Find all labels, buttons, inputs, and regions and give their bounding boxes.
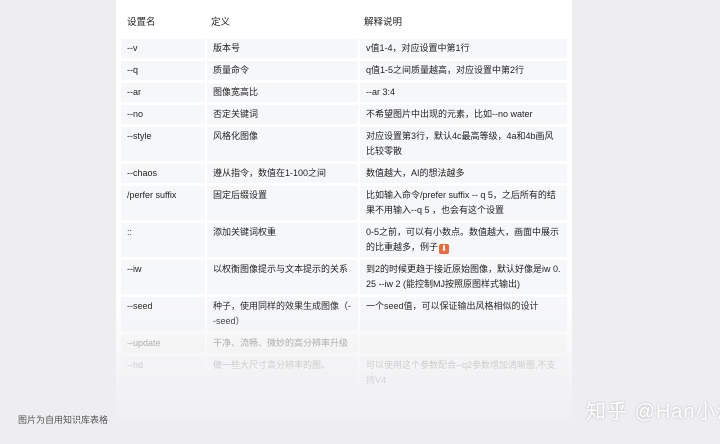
cell-setting: --update (121, 334, 205, 353)
cell-setting: --iw (121, 260, 205, 294)
cell-explanation (358, 334, 567, 353)
cell-definition: 质量命令 (205, 61, 358, 80)
column-header-explanation: 解释说明 (358, 8, 567, 36)
table-header-row: 设置名 定义 解释说明 (121, 8, 567, 36)
cell-explanation: 不希望图片中出现的元素，比如--no water (358, 105, 567, 124)
table-row: --v 版本号 v值1-4，对应设置中第1行 (121, 39, 567, 58)
cell-explanation: 可以使用这个参数配合--q2参数增加清晰图,不支持V4 (358, 356, 567, 390)
cell-definition: 添加关键词权重 (205, 223, 358, 257)
cell-definition: 固定后缀设置 (205, 186, 358, 220)
cell-explanation: 一个seed值，可以保证输出风格相似的设计 (358, 297, 567, 331)
cell-explanation: --ar 3:4 (358, 83, 567, 102)
cell-definition: 做一些大尺寸高分辨率的图。 (205, 356, 358, 390)
cell-definition: 以权衡图像提示与文本提示的关系 (205, 260, 358, 294)
column-header-name: 设置名 (121, 8, 205, 36)
cell-setting: --no (121, 105, 205, 124)
table-row: --hd 做一些大尺寸高分辨率的图。 可以使用这个参数配合--q2参数增加清晰图… (121, 356, 567, 390)
cell-definition: 干净、流畅、微妙的高分辨率升级 (205, 334, 358, 353)
table-row: :: 添加关键词权重 0-5之前，可以有小数点。数值越大，画面中展示的比重越多，… (121, 223, 567, 257)
cell-definition: 版本号 (205, 39, 358, 58)
cell-setting: --q (121, 61, 205, 80)
table-sheet: 设置名 定义 解释说明 --v 版本号 v值1-4，对应设置中第1行 --q 质… (116, 0, 572, 420)
column-header-definition: 定义 (205, 8, 358, 36)
cell-definition: 风格化图像 (205, 127, 358, 161)
image-caption: 图片为自用知识库表格 (18, 415, 109, 425)
cell-setting: --seed (121, 297, 205, 331)
cell-definition: 否定关键词 (205, 105, 358, 124)
table-row: --seed 种子，使用同样的效果生成图像（--seed） 一个seed值，可以… (121, 297, 567, 331)
table-row: /perfer suffix 固定后缀设置 比如输入命令/prefer suff… (121, 186, 567, 220)
table-row: --style 风格化图像 对应设置第3行，默认4c最高等级，4a和4b画风比较… (121, 127, 567, 161)
watermark: 知乎 @Han小满 (586, 401, 720, 423)
cell-setting: --ar (121, 83, 205, 102)
arrow-down-emoji-icon: ⬇ (439, 244, 450, 254)
cell-explanation: 对应设置第3行，默认4c最高等级，4a和4b画风比较零散 (358, 127, 567, 161)
cell-explanation-text: 0-5之前，可以有小数点。数值越大，画面中展示的比重越多，例子 (366, 227, 560, 252)
settings-table: 设置名 定义 解释说明 --v 版本号 v值1-4，对应设置中第1行 --q 质… (121, 5, 567, 393)
cell-setting: --v (121, 39, 205, 58)
cell-explanation: q值1-5之间质量越高，对应设置中第2行 (358, 61, 567, 80)
table-row: --ar 图像宽高比 --ar 3:4 (121, 83, 567, 102)
cell-setting: --style (121, 127, 205, 161)
cell-explanation: 比如输入命令/prefer suffix -- q 5，之后所有的结果不用输入-… (358, 186, 567, 220)
cell-setting: :: (121, 223, 205, 257)
cell-setting: --chaos (121, 164, 205, 183)
cell-definition: 遵从指令，数值在1-100之间 (205, 164, 358, 183)
table-row: --no 否定关键词 不希望图片中出现的元素，比如--no water (121, 105, 567, 124)
cell-explanation: 数值越大，AI的想法越多 (358, 164, 567, 183)
table-row: --update 干净、流畅、微妙的高分辨率升级 (121, 334, 567, 353)
cell-explanation: 0-5之前，可以有小数点。数值越大，画面中展示的比重越多，例子 ⬇ (358, 223, 567, 257)
table-row: --q 质量命令 q值1-5之间质量越高，对应设置中第2行 (121, 61, 567, 80)
cell-explanation: 到2的时候更趋于接近原始图像，默认好像是iw 0.25 --iw 2 (能控制M… (358, 260, 567, 294)
cell-setting: /perfer suffix (121, 186, 205, 220)
table-row: --chaos 遵从指令，数值在1-100之间 数值越大，AI的想法越多 (121, 164, 567, 183)
table-row: --iw 以权衡图像提示与文本提示的关系 到2的时候更趋于接近原始图像，默认好像… (121, 260, 567, 294)
cell-explanation: v值1-4，对应设置中第1行 (358, 39, 567, 58)
cell-definition: 种子，使用同样的效果生成图像（--seed） (205, 297, 358, 331)
cell-definition: 图像宽高比 (205, 83, 358, 102)
cell-setting: --hd (121, 356, 205, 390)
